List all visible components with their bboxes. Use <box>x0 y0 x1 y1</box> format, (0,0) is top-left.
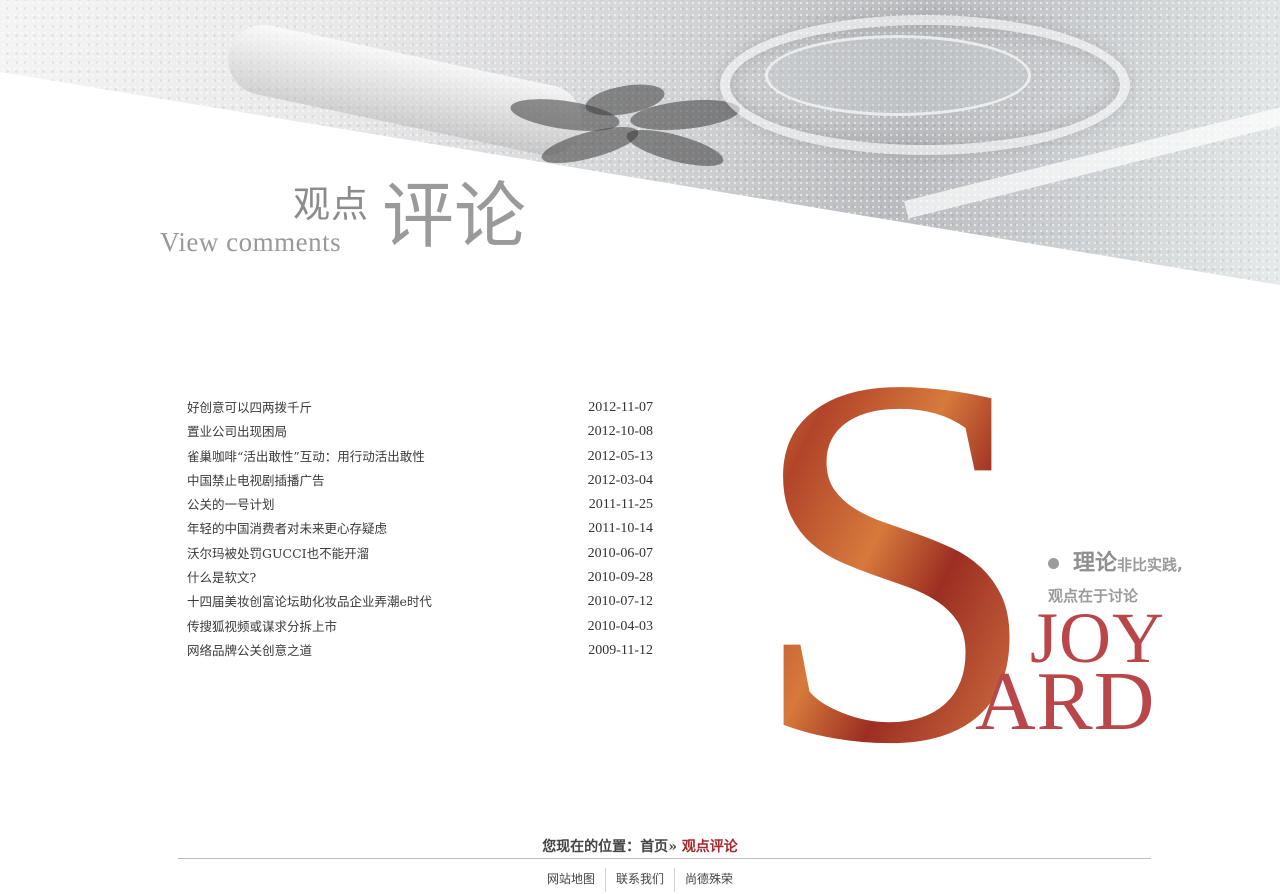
article-row[interactable]: 置业公司出现困局 2012-10-08 <box>187 420 657 444</box>
article-title[interactable]: 网络品牌公关创意之道 <box>187 639 312 663</box>
article-date: 2010-09-28 <box>587 570 653 586</box>
article-date: 2010-04-03 <box>587 618 653 634</box>
article-row[interactable]: 什么是软文? 2010-09-28 <box>187 566 657 590</box>
article-title[interactable]: 中国禁止电视剧插播广告 <box>187 469 325 493</box>
breadcrumb-separator: » <box>668 839 677 855</box>
article-row[interactable]: 沃尔玛被处罚GUCCI也不能开溜 2010-06-07 <box>187 542 657 566</box>
article-row[interactable]: 十四届美妆创富论坛助化妆品企业弄潮e时代 2010-07-12 <box>187 590 657 614</box>
article-date: 2012-11-07 <box>588 400 653 415</box>
slogan-rest: 非比实践, <box>1117 556 1183 574</box>
bullet-dot-icon <box>1048 558 1059 569</box>
article-row[interactable]: 网络品牌公关创意之道 2009-11-12 <box>187 639 657 663</box>
article-row[interactable]: 雀巢咖啡“活出敢性”互动：用行动活出敢性 2012-05-13 <box>187 445 657 469</box>
article-title[interactable]: 年轻的中国消费者对未来更心存疑虑 <box>187 517 387 541</box>
footer-link-honors[interactable]: 尚德殊荣 <box>675 866 743 891</box>
article-date: 2009-11-12 <box>588 642 653 658</box>
article-row[interactable]: 年轻的中国消费者对未来更心存疑虑 2011-10-14 <box>187 517 657 541</box>
page-title-en: View comments <box>160 227 342 257</box>
article-row[interactable]: 公关的一号计划 2011-11-25 <box>187 493 657 517</box>
article-date: 2010-06-07 <box>587 545 653 561</box>
page-title-cn-big: 评论 <box>382 174 527 258</box>
article-date: 2012-03-04 <box>587 472 653 488</box>
photo-lens-inner <box>765 35 1031 116</box>
article-date: 2011-10-14 <box>588 521 653 537</box>
slogan-emphasis: 理论 <box>1073 551 1118 576</box>
article-row[interactable]: 好创意可以四两拨千斤 2012-11-07 <box>187 396 657 420</box>
breadcrumb-current: 观点评论 <box>681 839 738 855</box>
article-date: 2010-07-12 <box>587 594 653 610</box>
article-row[interactable]: 中国禁止电视剧插播广告 2012-03-04 <box>187 469 657 493</box>
article-date: 2012-10-08 <box>587 424 653 440</box>
breadcrumb-prefix: 您现在的位置： <box>542 839 641 855</box>
article-title[interactable]: 什么是软文? <box>187 566 256 590</box>
article-title[interactable]: 十四届美妆创富论坛助化妆品企业弄潮e时代 <box>187 590 432 614</box>
article-title[interactable]: 雀巢咖啡“活出敢性”互动：用行动活出敢性 <box>187 445 425 469</box>
brand-wordmark-ard: ARD <box>975 655 1156 748</box>
article-title[interactable]: 公关的一号计划 <box>187 493 275 517</box>
page-title-cn-small: 观点 <box>293 183 369 226</box>
footer-links: 网站地图 联系我们 尚德殊荣 <box>0 866 1280 892</box>
article-row[interactable]: 传搜狐视频或谋求分拆上市 2010-04-03 <box>187 615 657 639</box>
article-list: 好创意可以四两拨千斤 2012-11-07 置业公司出现困局 2012-10-08 … <box>187 396 657 663</box>
article-title[interactable]: 好创意可以四两拨千斤 <box>187 396 312 420</box>
footer-link-contact[interactable]: 联系我们 <box>606 866 674 891</box>
breadcrumb-home-link[interactable]: 首页 <box>640 839 668 855</box>
article-date: 2012-05-13 <box>587 448 653 464</box>
article-title[interactable]: 传搜狐视频或谋求分拆上市 <box>187 615 337 639</box>
article-date: 2011-11-25 <box>588 497 653 513</box>
brand-slogan: 理论非比实践, <box>1048 553 1183 575</box>
footer-divider <box>178 858 1151 859</box>
footer-link-sitemap[interactable]: 网站地图 <box>537 866 605 891</box>
article-title[interactable]: 沃尔玛被处罚GUCCI也不能开溜 <box>187 542 369 566</box>
breadcrumb: 您现在的位置：首页» 观点评论 <box>0 836 1280 856</box>
article-title[interactable]: 置业公司出现困局 <box>187 420 287 444</box>
